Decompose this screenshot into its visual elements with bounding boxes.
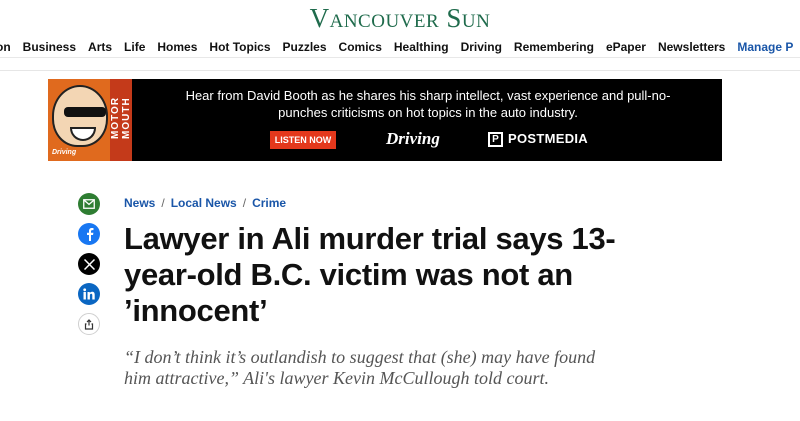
x-icon bbox=[83, 258, 95, 270]
breadcrumb-crime[interactable]: Crime bbox=[252, 196, 286, 210]
main-nav: on Business Arts Life Homes Hot Topics P… bbox=[0, 36, 800, 58]
masthead: Vancouver Sun bbox=[0, 0, 800, 36]
nav-item-comics[interactable]: Comics bbox=[333, 36, 388, 57]
breadcrumb-separator: / bbox=[242, 196, 247, 210]
article-dek: “I don’t think it’s outlandish to sugges… bbox=[124, 347, 596, 388]
breadcrumb-local-news[interactable]: Local News bbox=[171, 196, 237, 210]
nav-item-newsletters[interactable]: Newsletters bbox=[652, 36, 731, 57]
ad-art-brand: Driving bbox=[52, 149, 77, 156]
article-headline: Lawyer in Ali murder trial says 13-year-… bbox=[124, 221, 616, 328]
site-logo[interactable]: Vancouver Sun bbox=[310, 4, 491, 32]
facebook-share-button[interactable] bbox=[78, 223, 100, 245]
breadcrumb: News / Local News / Crime bbox=[124, 196, 286, 210]
ad-illustration: MOTOR MOUTH Driving bbox=[48, 79, 132, 161]
nav-item-life[interactable]: Life bbox=[118, 36, 151, 57]
email-icon bbox=[83, 199, 95, 209]
nav-item-business[interactable]: Business bbox=[17, 36, 82, 57]
nav-item-hot-topics[interactable]: Hot Topics bbox=[203, 36, 276, 57]
nav-item-driving[interactable]: Driving bbox=[455, 36, 508, 57]
nav-item-remembering[interactable]: Remembering bbox=[508, 36, 600, 57]
mouth-icon bbox=[70, 127, 96, 141]
nav-item-partial[interactable]: on bbox=[0, 36, 17, 57]
x-share-button[interactable] bbox=[78, 253, 100, 275]
driving-logo: Driving bbox=[386, 129, 440, 148]
nav-item-healthing[interactable]: Healthing bbox=[388, 36, 455, 57]
ad-headline: Hear from David Booth as he shares his s… bbox=[185, 88, 671, 120]
sunglasses-icon bbox=[64, 107, 106, 117]
share-more-button[interactable] bbox=[78, 313, 100, 335]
facebook-icon bbox=[86, 228, 93, 241]
share-icon bbox=[84, 318, 94, 330]
nav-item-epaper[interactable]: ePaper bbox=[600, 36, 652, 57]
nav-item-manage-profile[interactable]: Manage P bbox=[731, 36, 799, 57]
ad-show-title: MOTOR MOUTH bbox=[110, 96, 132, 140]
linkedin-share-button[interactable] bbox=[78, 283, 100, 305]
listen-now-button[interactable]: LISTEN NOW bbox=[270, 131, 336, 149]
postmedia-logo: POSTMEDIA bbox=[508, 131, 588, 146]
postmedia-icon: P bbox=[488, 132, 503, 147]
breadcrumb-news[interactable]: News bbox=[124, 196, 155, 210]
nav-item-puzzles[interactable]: Puzzles bbox=[277, 36, 333, 57]
email-share-button[interactable] bbox=[78, 193, 100, 215]
ad-banner[interactable]: MOTOR MOUTH Driving Hear from David Boot… bbox=[48, 79, 722, 161]
linkedin-icon bbox=[83, 288, 95, 300]
nav-item-arts[interactable]: Arts bbox=[82, 36, 118, 57]
breadcrumb-separator: / bbox=[161, 196, 165, 210]
caricature-face-icon bbox=[52, 85, 108, 147]
nav-item-homes[interactable]: Homes bbox=[151, 36, 203, 57]
header-divider bbox=[0, 70, 800, 71]
